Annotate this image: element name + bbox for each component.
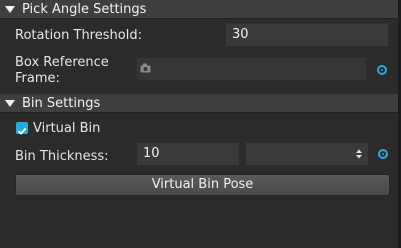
rotation-threshold-input[interactable]: 30: [225, 23, 389, 47]
bin-thickness-label: Bin Thickness:: [15, 149, 109, 164]
virtual-bin-checkbox[interactable]: [16, 122, 28, 135]
collapse-triangle-icon[interactable]: [5, 99, 15, 107]
bin-thickness-unit-select[interactable]: [245, 142, 369, 166]
rotation-threshold-label: Rotation Threshold:: [15, 28, 142, 43]
checkmark-icon: [17, 127, 27, 135]
bin-settings-header[interactable]: Bin Settings: [0, 94, 398, 113]
bin-settings-title: Bin Settings: [22, 95, 101, 111]
bin-thickness-pick-icon[interactable]: [378, 149, 388, 159]
settings-panel: Pick Angle Settings Rotation Threshold: …: [0, 0, 401, 248]
pick-angle-settings-header[interactable]: Pick Angle Settings: [0, 0, 398, 19]
box-reference-frame-label-line2: Frame:: [15, 71, 60, 86]
virtual-bin-label: Virtual Bin: [33, 121, 101, 136]
select-arrows-icon: [356, 149, 362, 159]
box-reference-frame-field[interactable]: [136, 57, 367, 81]
pick-angle-settings-title: Pick Angle Settings: [22, 1, 147, 17]
box-reference-frame-pick-icon[interactable]: [377, 65, 387, 75]
collapse-triangle-icon[interactable]: [5, 5, 15, 13]
box-reference-frame-label-line1: Box Reference: [15, 55, 109, 70]
bin-thickness-input[interactable]: 10: [136, 142, 240, 166]
virtual-bin-pose-button[interactable]: Virtual Bin Pose: [15, 174, 390, 196]
camera-icon: [140, 63, 151, 73]
